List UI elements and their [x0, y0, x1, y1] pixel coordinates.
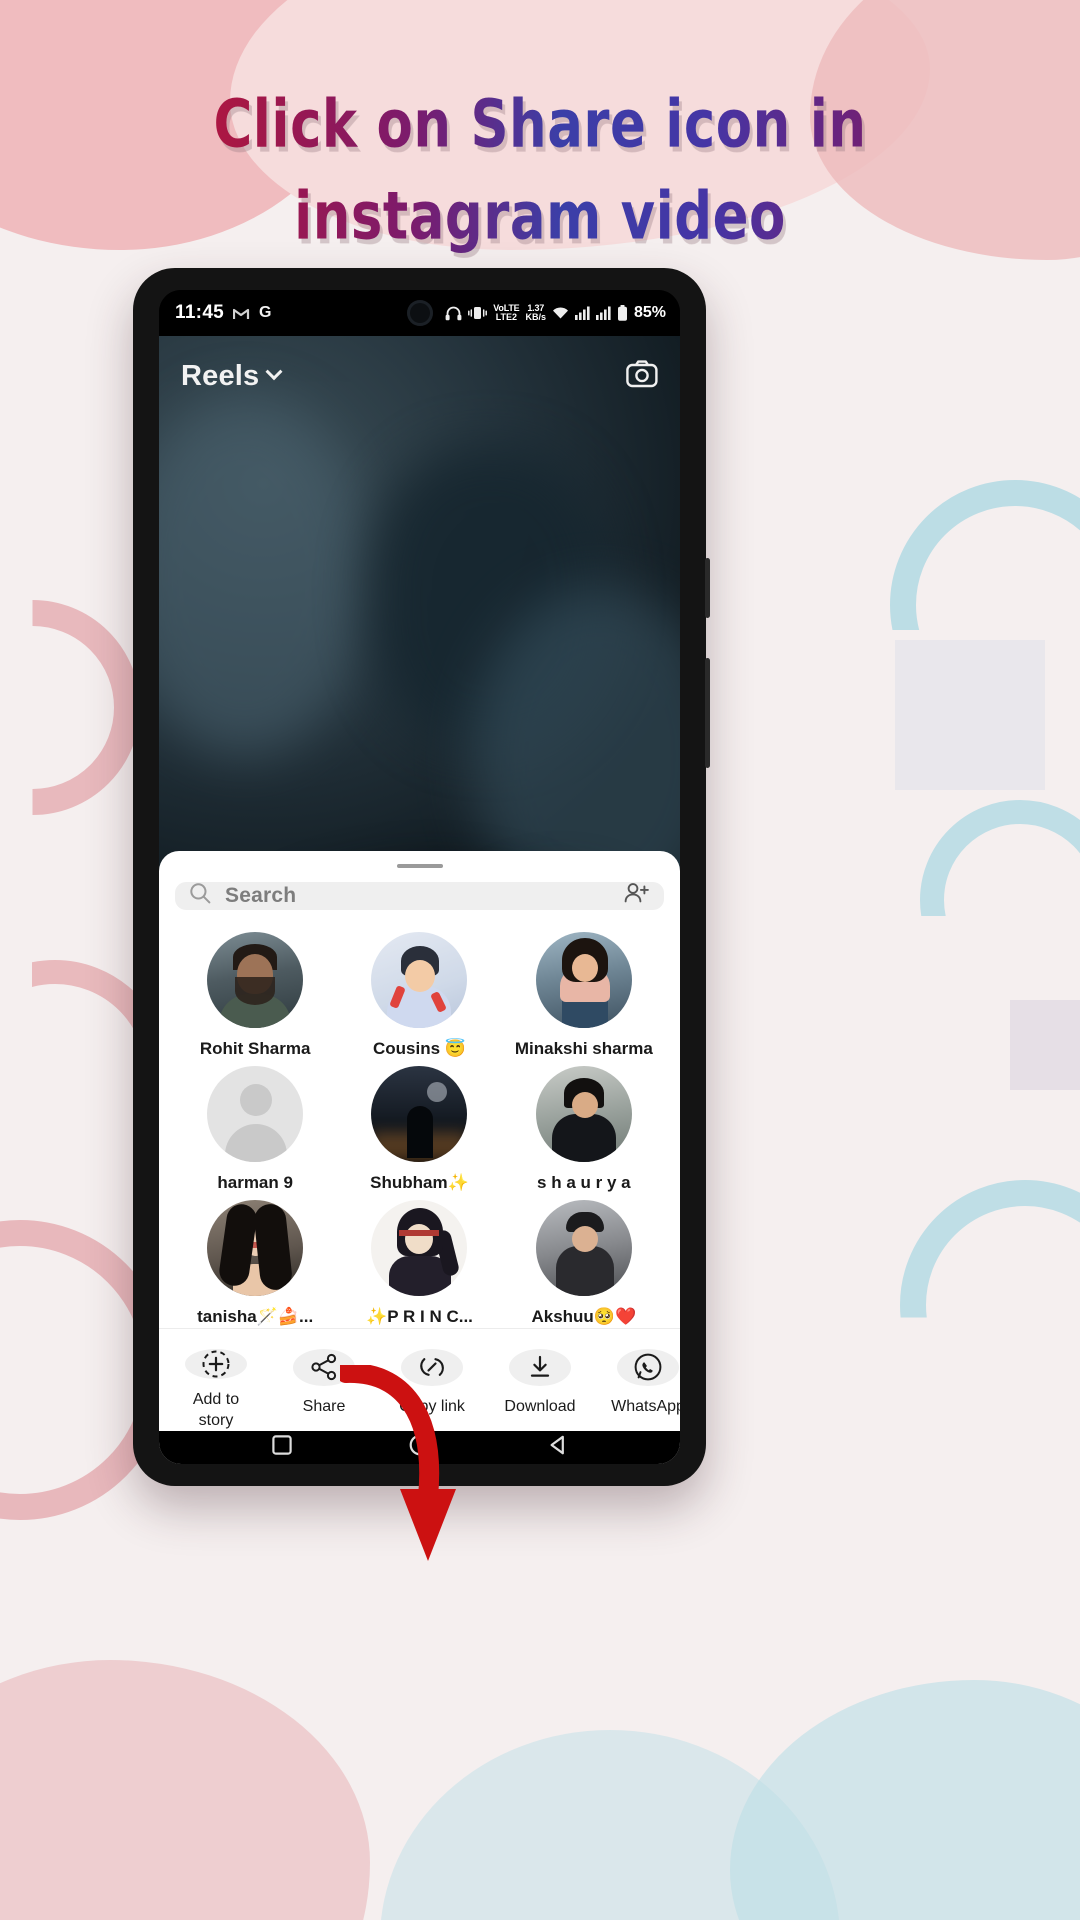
action-label: WhatsApp [611, 1397, 680, 1415]
headline-line-2: instagram video [11, 174, 1069, 259]
contact-item[interactable]: tanisha🪄🍰... [173, 1200, 337, 1328]
copy-link-button[interactable]: Copy link [393, 1349, 471, 1417]
contact-name: s h a u r y a [537, 1173, 631, 1193]
avatar [207, 1066, 304, 1163]
circle-icon[interactable] [409, 1434, 431, 1461]
google-icon: G [259, 304, 272, 321]
contact-name: Minakshi sharma [514, 1039, 653, 1059]
contact-item[interactable]: s h a u r y a [502, 1066, 666, 1194]
contact-name: Shubham✨ [370, 1173, 469, 1193]
volte-label-2: LTE2 [495, 312, 518, 322]
add-to-story-icon [185, 1349, 247, 1380]
avatar [371, 1066, 468, 1163]
blob-bottom-right [730, 1680, 1080, 1920]
contact-name: harman 9 [217, 1173, 293, 1193]
camera-punch-hole [406, 300, 433, 326]
status-time: 11:45 [175, 302, 225, 323]
avatar [535, 1066, 632, 1163]
gmail-icon [233, 307, 250, 320]
chevron-down-icon[interactable] [265, 363, 283, 381]
action-label: Add to story [192, 1391, 240, 1430]
volte-indicator: VoLTE LTE2 [493, 304, 519, 322]
contact-name: Akshuu🥺❤️ [531, 1307, 637, 1327]
reels-header: Reels [159, 346, 680, 406]
signal-bars-icon-1 [574, 306, 590, 320]
phone-screen: 11:45 G VoLTE LTE2 1.37 KB/s 85% Reels S… [159, 290, 680, 1464]
search-input[interactable]: Search [225, 884, 610, 908]
contact-name: tanisha🪄🍰... [197, 1307, 314, 1327]
share-action-row: Add to story Share Copy link Download Wh… [159, 1328, 680, 1431]
share-icon [293, 1349, 355, 1386]
signal-bars-icon-2 [595, 306, 611, 320]
square-right [895, 640, 1045, 790]
arc-right-bottom [900, 1180, 1080, 1318]
download-button[interactable]: Download [501, 1349, 579, 1417]
avatar [207, 932, 304, 1029]
reels-title: Reels [181, 359, 260, 392]
contact-name: Cousins 😇 [373, 1039, 466, 1059]
contact-item[interactable]: Rohit Sharma [173, 932, 337, 1060]
whatsapp-button[interactable]: WhatsApp [609, 1349, 680, 1417]
battery-percent: 85% [633, 304, 666, 321]
contact-item[interactable]: Akshuu🥺❤️ [502, 1200, 666, 1328]
vibrate-icon [468, 306, 488, 320]
add-to-story-button[interactable]: Add to story [177, 1349, 255, 1429]
link-icon [401, 1349, 463, 1386]
camera-icon[interactable] [626, 359, 658, 393]
square-icon[interactable] [271, 1435, 292, 1460]
sheet-drag-handle[interactable] [396, 864, 443, 868]
contact-item[interactable]: Minakshi sharma [502, 932, 666, 1060]
headline: Click on Share icon in instagram video [0, 82, 1080, 255]
status-bar-left: 11:45 G [175, 302, 272, 324]
android-nav-bar [159, 1430, 680, 1464]
triangle-back-icon[interactable] [548, 1435, 568, 1460]
contact-item[interactable]: Shubham✨ [337, 1066, 501, 1194]
action-label: Share [302, 1397, 346, 1415]
phone-mockup: 11:45 G VoLTE LTE2 1.37 KB/s 85% Reels S… [133, 268, 710, 1486]
whatsapp-icon [617, 1349, 679, 1386]
add-people-icon[interactable] [624, 882, 650, 909]
download-icon [509, 1349, 571, 1386]
share-button[interactable]: Share [285, 1349, 363, 1417]
headline-line-1: Click on Share icon in [11, 82, 1069, 167]
arc-right-middle [920, 800, 1080, 916]
action-label: Download [504, 1397, 576, 1415]
status-bar-right: VoLTE LTE2 1.37 KB/s 85% [445, 304, 666, 322]
blob-bottom-left [0, 1660, 370, 1920]
square-right-lower [1010, 1000, 1080, 1090]
search-icon [189, 882, 211, 909]
contact-item[interactable]: Cousins 😇 [337, 932, 501, 1060]
avatar [371, 932, 468, 1029]
action-label: Copy link [399, 1397, 465, 1415]
reels-title-group[interactable]: Reels [181, 359, 283, 393]
search-bar[interactable]: Search [175, 881, 664, 911]
contact-grid: Rohit Sharma Cousins 😇 Minakshi sharma h… [159, 910, 680, 1328]
wifi-icon [552, 306, 569, 320]
avatar [535, 932, 632, 1029]
network-speed-unit: KB/s [525, 312, 546, 322]
battery-icon [617, 305, 628, 321]
avatar [207, 1200, 304, 1297]
contact-name: ✨P R I N C... [366, 1307, 473, 1327]
video-blur-1 [159, 396, 369, 756]
headphones-icon [445, 306, 462, 321]
contact-item[interactable]: harman 9 [173, 1066, 337, 1194]
contact-name: Rohit Sharma [199, 1039, 311, 1059]
arc-left-top [32, 600, 140, 815]
network-speed: 1.37 KB/s [525, 304, 546, 322]
contact-item[interactable]: ✨P R I N C... [337, 1200, 501, 1328]
avatar [535, 1200, 632, 1297]
avatar [371, 1200, 468, 1297]
share-sheet: Search Rohit Sharma Cousins 😇 Minakshi s… [159, 851, 680, 1464]
